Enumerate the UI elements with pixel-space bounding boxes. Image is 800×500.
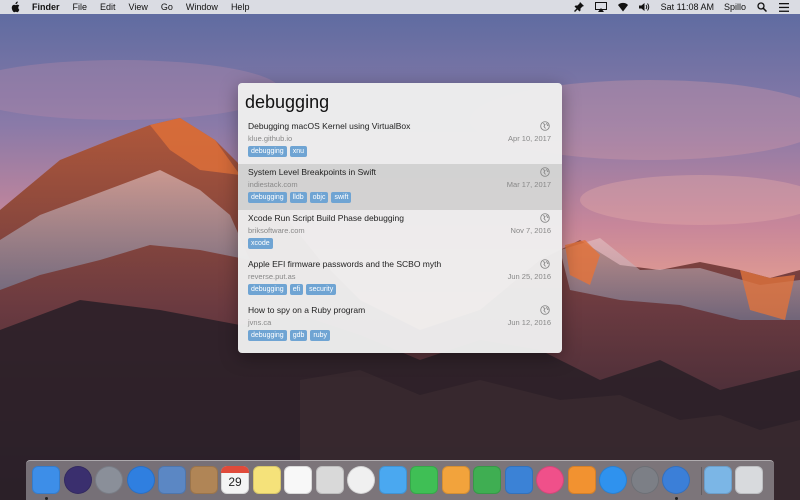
tag[interactable]: gdb — [289, 330, 308, 341]
finder-icon[interactable] — [32, 466, 60, 494]
photos-icon[interactable] — [347, 466, 375, 494]
menu-go[interactable]: Go — [161, 2, 173, 12]
globe-icon[interactable] — [540, 213, 550, 223]
airplay-icon[interactable] — [594, 1, 607, 13]
result-title[interactable]: Debugging macOS Kernel using VirtualBox — [248, 121, 410, 131]
tag[interactable]: objc — [309, 192, 329, 203]
tag[interactable]: xnu — [289, 146, 307, 157]
tag-list: debugging gdb ruby — [248, 330, 333, 341]
tag[interactable]: debugging — [248, 146, 287, 157]
result-domain: briksoftware.com — [248, 226, 305, 235]
result-item-selected[interactable]: System Level Breakpoints in Swift indies… — [238, 164, 562, 210]
globe-icon[interactable] — [540, 121, 550, 131]
search-icon[interactable] — [756, 1, 768, 13]
dock-separator — [701, 467, 702, 495]
menu-bar: Finder File Edit View Go Window Help Sat… — [0, 0, 800, 14]
menu-file[interactable]: File — [73, 2, 88, 12]
tag[interactable]: debugging — [248, 192, 287, 203]
tag[interactable]: lldb — [289, 192, 307, 203]
globe-icon[interactable] — [540, 167, 550, 177]
list-icon[interactable] — [778, 1, 790, 13]
menu-view[interactable]: View — [129, 2, 148, 12]
ibooks-icon[interactable] — [567, 466, 596, 494]
preview-icon[interactable] — [158, 466, 186, 494]
messages-icon[interactable] — [378, 466, 407, 494]
app-store-icon[interactable] — [599, 466, 627, 494]
result-date: Jun 12, 2016 — [507, 318, 551, 327]
result-title[interactable]: Xcode Run Script Build Phase debugging — [248, 213, 404, 223]
dock: 29 — [26, 460, 774, 500]
result-title[interactable]: System Level Breakpoints in Swift — [248, 167, 376, 177]
menu-help[interactable]: Help — [231, 2, 250, 12]
globe-icon[interactable] — [540, 259, 550, 269]
tag[interactable]: efi — [289, 284, 304, 295]
result-date: Nov 7, 2016 — [510, 226, 551, 235]
itunes-icon[interactable] — [536, 466, 564, 494]
tag[interactable]: swift — [331, 192, 352, 203]
calendar-icon[interactable]: 29 — [221, 466, 249, 494]
trash-icon[interactable] — [735, 466, 763, 494]
result-date: Jun 25, 2016 — [507, 272, 551, 281]
search-results-panel: debugging Debugging macOS Kernel using V… — [238, 83, 562, 353]
result-domain: indiestack.com — [248, 180, 298, 189]
result-domain: jvns.ca — [248, 318, 272, 327]
calendar-header-strip — [221, 466, 249, 473]
photo-booth-icon[interactable] — [315, 466, 344, 494]
tag[interactable]: debugging — [248, 330, 287, 341]
result-date: Mar 17, 2017 — [506, 180, 551, 189]
menu-edit[interactable]: Edit — [100, 2, 116, 12]
numbers-icon[interactable] — [473, 466, 501, 494]
pages-icon[interactable] — [441, 466, 470, 494]
tag[interactable]: xcode — [248, 238, 273, 249]
tag-list: debugging efi security — [248, 284, 339, 295]
tag[interactable]: ruby — [310, 330, 331, 341]
system-preferences-icon[interactable] — [630, 466, 659, 494]
globe-icon[interactable] — [540, 305, 550, 315]
apple-icon[interactable] — [10, 1, 20, 13]
search-query-title[interactable]: debugging — [245, 92, 329, 113]
menu-bar-status-area: Sat 11:08 AM Spillo — [563, 0, 790, 14]
reminders-icon[interactable] — [284, 466, 312, 494]
menu-bar-clock[interactable]: Sat 11:08 AM — [661, 2, 714, 12]
tag-list: debugging lldb objc swift — [248, 192, 354, 203]
result-date: Apr 10, 2017 — [508, 134, 551, 143]
volume-icon[interactable] — [638, 1, 651, 13]
result-domain: reverse.put.as — [248, 272, 296, 281]
safari-icon[interactable] — [126, 466, 155, 494]
result-title[interactable]: How to spy on a Ruby program — [248, 305, 365, 315]
menu-bar-spillo[interactable]: Spillo — [724, 2, 746, 12]
menu-app-name[interactable]: Finder — [32, 2, 60, 12]
tag[interactable]: security — [306, 284, 337, 295]
downloads-folder-icon[interactable] — [703, 466, 732, 494]
siri-icon[interactable] — [63, 466, 92, 494]
result-item[interactable]: Debugging macOS Kernel using VirtualBox … — [238, 118, 562, 164]
result-item[interactable]: Xcode Run Script Build Phase debugging b… — [238, 210, 562, 256]
result-item[interactable]: How to spy on a Ruby program jvns.ca Jun… — [238, 302, 562, 348]
spillo-icon[interactable] — [662, 466, 690, 494]
notes-icon[interactable] — [252, 466, 281, 494]
contacts-icon[interactable] — [189, 466, 218, 494]
result-item[interactable]: Apple EFI firmware passwords and the SCB… — [238, 256, 562, 302]
tag-list: debugging xnu — [248, 146, 310, 157]
menu-window[interactable]: Window — [186, 2, 218, 12]
tag[interactable]: debugging — [248, 284, 287, 295]
result-title[interactable]: Apple EFI firmware passwords and the SCB… — [248, 259, 441, 269]
launchpad-icon[interactable] — [95, 466, 123, 494]
result-domain: klue.github.io — [248, 134, 293, 143]
wifi-icon[interactable] — [617, 1, 629, 13]
tag-list: xcode — [248, 238, 276, 249]
keynote-icon[interactable] — [504, 466, 533, 494]
calendar-day-label: 29 — [228, 475, 242, 489]
pin-icon[interactable] — [573, 1, 585, 13]
facetime-icon[interactable] — [410, 466, 438, 494]
